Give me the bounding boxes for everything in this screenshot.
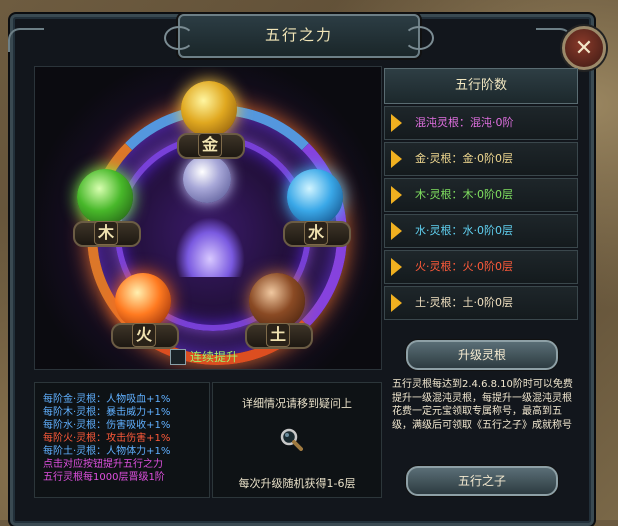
scroll-ornament-right (404, 26, 434, 50)
window-title: 五行之力 (264, 26, 333, 44)
water-orb[interactable] (287, 169, 343, 225)
arrow-icon (391, 150, 402, 168)
rank-text: 木·灵根：木·0阶0层 (415, 188, 513, 201)
gold-symbol: 金 (198, 133, 222, 157)
bonus-line: 每阶木·灵根：暴击威力+1% (43, 407, 171, 418)
rank-text: 土·灵根：土·0阶0层 (415, 296, 513, 309)
rank-row-fire: 火·灵根：火·0阶0层 (384, 250, 578, 284)
rank-text: 金·灵根：金·0阶0层 (415, 152, 513, 165)
five-elements-artwork: 金 木 水 火 土 (34, 66, 382, 370)
title-bar: 五行之力 (164, 14, 434, 58)
arrow-icon (391, 114, 402, 132)
bonus-line: 每阶金·灵根：人物吸血+1% (43, 394, 171, 405)
auto-upgrade-label: 连续提升 (190, 350, 239, 364)
rank-row-earth: 土·灵根：土·0阶0层 (384, 286, 578, 320)
rank-row-chaos: 混沌灵根：混沌·0阶 (384, 106, 578, 140)
info-random-note: 每次升级随机获得1-6层 (238, 477, 356, 490)
rank-row-wood: 木·灵根：木·0阶0层 (384, 178, 578, 212)
auto-upgrade-checkbox[interactable] (170, 348, 186, 365)
water-symbol: 水 (304, 221, 328, 245)
earth-symbol: 土 (266, 323, 290, 347)
gold-orb[interactable] (181, 81, 237, 137)
info-box: 详细情况请移到疑问上 每次升级随机获得1-6层 (212, 382, 382, 498)
wood-symbol: 木 (94, 221, 118, 245)
earth-orb[interactable] (249, 273, 305, 329)
bonus-line: 五行灵根每1000层晋级1阶 (43, 472, 165, 483)
frame-corner-left (8, 28, 44, 52)
bonus-line: 每阶水·灵根：伤害吸收+1% (43, 420, 171, 431)
chaos-orb (183, 155, 231, 203)
rank-row-gold: 金·灵根：金·0阶0层 (384, 142, 578, 176)
fire-orb[interactable] (115, 273, 171, 329)
arrow-icon (391, 186, 402, 204)
rank-row-water: 水·灵根：水·0阶0层 (384, 214, 578, 248)
close-button[interactable]: ✕ (562, 26, 606, 70)
arrow-icon (391, 222, 402, 240)
rank-text: 火·灵根：火·0阶0层 (415, 260, 513, 273)
wuxing-son-button[interactable]: 五行之子 (406, 466, 558, 496)
lotus-core (175, 217, 245, 277)
bonus-line: 每阶土·灵根：人物体力+1% (43, 446, 171, 457)
bonus-line: 每阶火·灵根：攻击伤害+1% (43, 433, 171, 444)
arrow-icon (391, 258, 402, 276)
upgrade-root-button[interactable]: 升级灵根 (406, 340, 558, 370)
bonus-line: 点击对应按钮提升五行之力 (43, 459, 163, 470)
auto-upgrade-toggle[interactable]: 连续提升 (170, 348, 238, 365)
info-hint: 详细情况请移到疑问上 (242, 397, 352, 410)
description-text: 五行灵根每达到2.4.6.8.10阶时可以免费提升一级混沌灵根，每提升一级混沌灵… (392, 379, 573, 431)
wood-orb[interactable] (77, 169, 133, 225)
close-x-icon: ✕ (574, 35, 594, 61)
arrow-icon (391, 294, 402, 312)
rank-panel-header: 五行阶数 (384, 68, 578, 104)
magnifier-icon[interactable] (279, 427, 303, 451)
rank-text: 水·灵根：水·0阶0层 (415, 224, 513, 237)
rank-text: 混沌灵根：混沌·0阶 (415, 116, 514, 129)
fire-symbol: 火 (132, 323, 156, 347)
bonus-list: 每阶金·灵根：人物吸血+1% 每阶木·灵根：暴击威力+1% 每阶水·灵根：伤害吸… (34, 382, 210, 498)
